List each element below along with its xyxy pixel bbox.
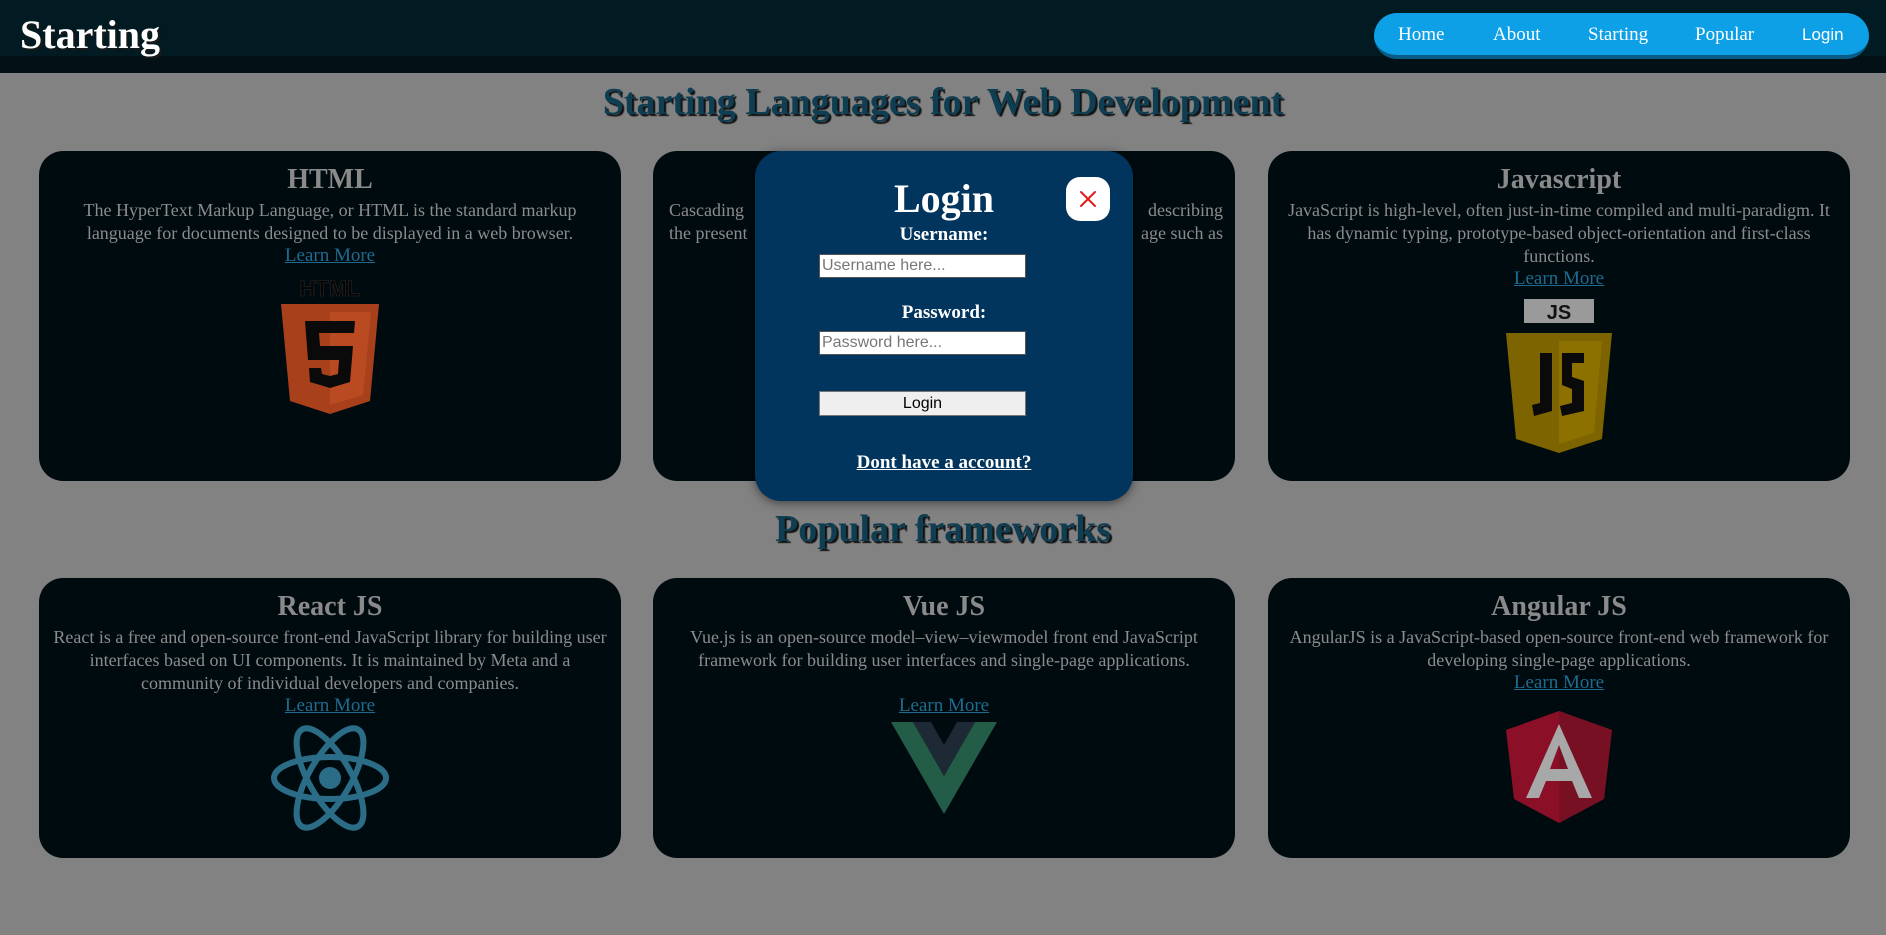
frameworks-section-title: Popular frameworks xyxy=(775,508,1111,550)
angular-card: Angular JS AngularJS is a JavaScript-bas… xyxy=(1268,578,1850,858)
card-title: Javascript xyxy=(1496,164,1622,195)
card-description: Vue.js is an open-source model–view–view… xyxy=(690,627,1198,670)
nav-popular-link[interactable]: Popular xyxy=(1695,24,1754,46)
vue-logo-icon xyxy=(891,722,997,814)
nav-about-link[interactable]: About xyxy=(1493,24,1541,46)
nav-menu: Home About Starting Popular Login xyxy=(1374,13,1869,59)
js-logo-label: JS xyxy=(1547,302,1571,324)
card-description: AngularJS is a JavaScript-based open-sou… xyxy=(1289,627,1829,670)
card-description-fragment: Cascading xyxy=(669,200,744,220)
password-input[interactable] xyxy=(819,331,1026,355)
vue-card: Vue JS Vue.js is an open-source model–vi… xyxy=(653,578,1235,858)
react-card: React JS React is a free and open-source… xyxy=(39,578,621,858)
learn-more-link[interactable]: Learn More xyxy=(1268,268,1850,290)
card-title: Vue JS xyxy=(902,591,986,622)
card-description: The HyperText Markup Language, or HTML i… xyxy=(83,200,577,243)
top-navbar: Starting Home About Starting Popular Log… xyxy=(0,0,1886,73)
html-card: HTML The HyperText Markup Language, or H… xyxy=(39,151,621,481)
html5-logo-icon: HTML xyxy=(281,276,379,414)
learn-more-link[interactable]: Learn More xyxy=(653,695,1235,717)
card-description-fragment: the present xyxy=(669,223,748,243)
password-label: Password: xyxy=(901,302,987,323)
card-description-fragment: age such as xyxy=(1141,223,1223,243)
card-description-fragment: describing xyxy=(1148,200,1223,220)
card-description: JavaScript is high-level, often just-in-… xyxy=(1288,200,1830,266)
site-brand[interactable]: Starting xyxy=(20,11,160,58)
nav-login-link[interactable]: Login xyxy=(1802,25,1844,45)
signup-link[interactable]: Dont have a account? xyxy=(755,452,1133,474)
close-icon xyxy=(1080,191,1096,207)
card-description: React is a free and open-source front-en… xyxy=(53,627,607,693)
languages-section-title: Starting Languages for Web Development xyxy=(602,81,1284,123)
nav-home-link[interactable]: Home xyxy=(1398,24,1444,46)
card-title: React JS xyxy=(277,591,383,622)
learn-more-link[interactable]: Learn More xyxy=(39,245,621,267)
javascript-card: Javascript JavaScript is high-level, oft… xyxy=(1268,151,1850,481)
react-logo-icon xyxy=(271,725,389,831)
learn-more-link[interactable]: Learn More xyxy=(1268,672,1850,694)
login-submit-button[interactable]: Login xyxy=(819,391,1026,416)
card-title: Angular JS xyxy=(1491,591,1627,622)
login-modal: Login Username: Password: Login Dont hav… xyxy=(755,151,1133,501)
angular-logo-icon xyxy=(1506,711,1612,823)
username-input[interactable] xyxy=(819,254,1026,278)
card-title: HTML xyxy=(287,164,373,195)
close-modal-button[interactable] xyxy=(1066,177,1110,221)
html-logo-label: HTML xyxy=(299,276,360,301)
javascript-logo-icon: JS xyxy=(1506,299,1612,453)
learn-more-link[interactable]: Learn More xyxy=(39,695,621,717)
username-label: Username: xyxy=(899,224,989,245)
nav-starting-link[interactable]: Starting xyxy=(1588,24,1648,46)
